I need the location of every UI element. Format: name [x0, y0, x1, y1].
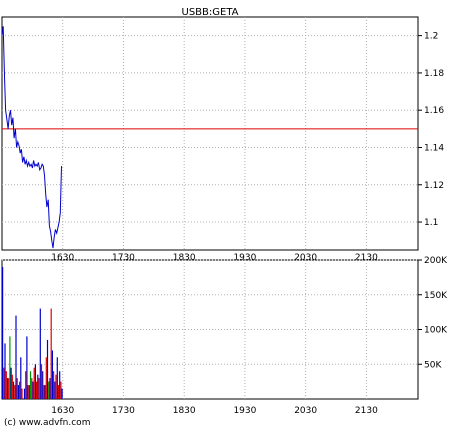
- volume-x-tick-label: 1630: [51, 406, 74, 416]
- price-y-tick-label: 1.12: [424, 181, 444, 191]
- chart-title: USBB:GETA: [182, 7, 239, 18]
- price-panel-frame: [1, 16, 419, 251]
- price-panel: 1.21.181.161.141.121.1 1630 1730 1830 1930 2…: [1, 16, 444, 263]
- volume-x-tick-label: 1930: [233, 406, 256, 416]
- volume-x-tick-label: 2130: [355, 406, 378, 416]
- price-y-tick-label: 1.14: [424, 143, 444, 153]
- volume-x-tick-label: 2030: [294, 406, 317, 416]
- chart: USBB:GETA 1.2 1.18 1.16 1.14 1.12 1.1 1630 173…: [1, 7, 448, 428]
- volume-y-tick-label: 200K: [424, 256, 448, 266]
- volume-y-tick-label: 50K: [424, 360, 442, 370]
- price-y-tick-label: 1.16: [424, 106, 444, 116]
- volume-panel: 200K 150K 100K 50K 1630 1730 1830 1930 2030 2130: [1, 256, 448, 416]
- price-y-tick-label: 1.1: [424, 218, 438, 228]
- copyright-text: (c) www.advfn.com: [4, 418, 90, 428]
- price-y-axis: 1.2 1.18 1.16 1.14 1.12 1.1: [418, 32, 444, 228]
- volume-y-tick-label: 150K: [424, 291, 448, 301]
- price-y-tick-label: 1.18: [424, 69, 444, 79]
- volume-x-axis: 1630 1730 1830 1930 2030 2130: [51, 406, 378, 416]
- volume-x-tick-label: 1830: [173, 406, 196, 416]
- volume-x-tick-label: 1730: [112, 406, 135, 416]
- volume-y-tick-label: 100K: [424, 326, 448, 336]
- volume-y-axis: 200K 150K 100K 50K: [418, 256, 448, 370]
- price-y-tick-label: 1.2: [424, 32, 438, 42]
